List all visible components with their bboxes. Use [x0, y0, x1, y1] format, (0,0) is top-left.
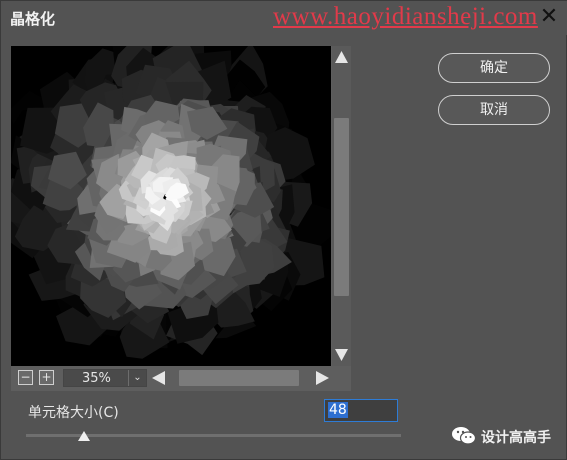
preview-image: [11, 46, 331, 359]
cell-size-label: 单元格大小(C): [28, 405, 119, 421]
ok-button[interactable]: 确定: [438, 53, 550, 83]
zoom-out-button[interactable]: −: [18, 370, 33, 385]
slider-thumb[interactable]: [78, 431, 90, 441]
filter-preview[interactable]: [11, 46, 331, 366]
zoom-in-button[interactable]: +: [39, 370, 54, 385]
horizontal-scroll-thumb[interactable]: [179, 370, 299, 386]
scroll-left-icon[interactable]: [151, 370, 167, 386]
scroll-right-icon[interactable]: [314, 370, 330, 386]
zoom-level-value: 35%: [82, 371, 111, 386]
zoom-level-select[interactable]: 35% ⌄: [63, 369, 147, 387]
dialog-title: 晶格化: [10, 10, 56, 28]
chevron-down-icon[interactable]: ⌄: [128, 370, 146, 386]
cell-size-input[interactable]: 48: [324, 399, 398, 422]
watermark-url: www.haoyidiansheji.com: [273, 3, 538, 30]
close-button[interactable]: ✕: [537, 5, 561, 29]
zoom-bar: − + 35% ⌄: [11, 367, 351, 389]
cancel-button[interactable]: 取消: [438, 95, 550, 125]
title-bar[interactable]: 晶格化 www.haoyidiansheji.com ✕: [1, 1, 567, 35]
brand-text: 设计高高手: [481, 430, 551, 446]
wechat-icon: [452, 427, 477, 445]
vertical-scrollbar[interactable]: [332, 46, 351, 366]
brand-mark: 设计高高手: [451, 425, 567, 447]
scroll-up-icon[interactable]: [334, 50, 349, 65]
vertical-scroll-thumb[interactable]: [334, 118, 349, 296]
scroll-down-icon[interactable]: [334, 347, 349, 362]
crystallize-dialog: 晶格化 www.haoyidiansheji.com ✕ − + 35% ⌄ 确…: [0, 0, 567, 460]
cell-size-value: 48: [328, 402, 348, 418]
